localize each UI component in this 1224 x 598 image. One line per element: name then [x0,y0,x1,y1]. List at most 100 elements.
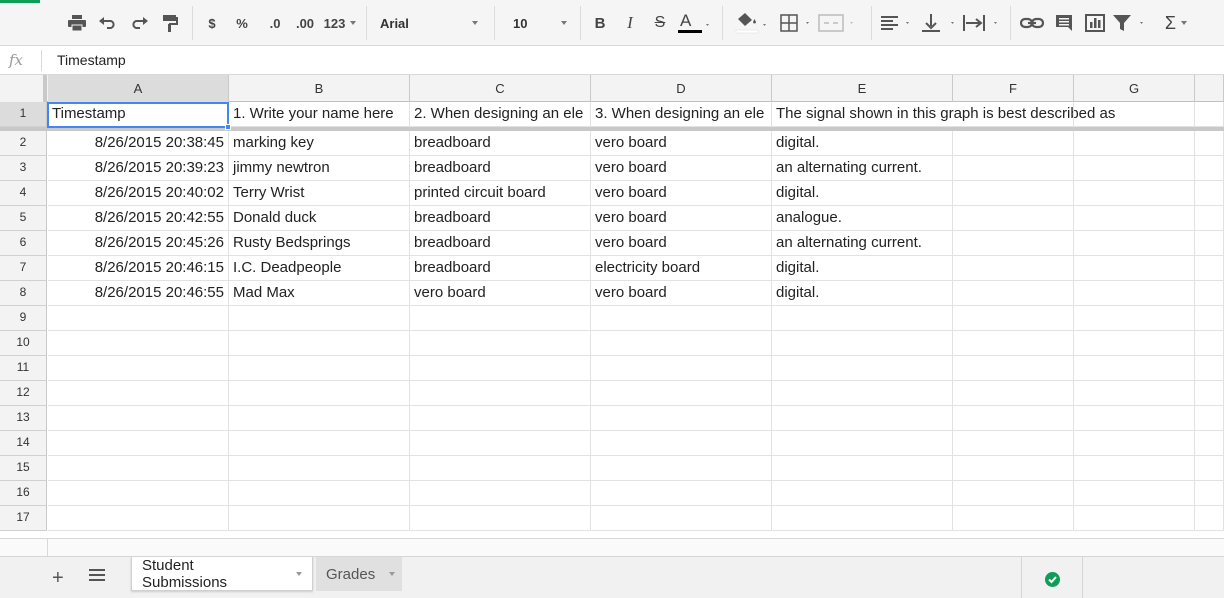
cell-a3[interactable]: 8/26/2015 20:39:23 [48,156,229,181]
borders-icon[interactable] [780,10,814,36]
percent-button[interactable]: % [233,10,251,36]
row-header[interactable]: 12 [0,381,47,406]
chevron-down-icon[interactable] [296,571,302,576]
cell-c16[interactable] [410,481,591,506]
cell-c10[interactable] [410,331,591,356]
cell-d17[interactable] [591,506,772,531]
cell-f8[interactable] [953,281,1074,306]
functions-icon[interactable]: Σ [1158,10,1194,36]
cell-f9[interactable] [953,306,1074,331]
more-formats-button[interactable]: 123 [322,10,358,36]
row-header[interactable]: 16 [0,481,47,506]
row-header[interactable]: 10 [0,331,47,356]
cell-b17[interactable] [229,506,410,531]
cell-c6[interactable]: breadboard [410,231,591,256]
cell-b16[interactable] [229,481,410,506]
cell-g4[interactable] [1074,181,1195,206]
insert-chart-icon[interactable] [1083,10,1107,36]
text-color-icon[interactable]: A [677,10,711,36]
cell-e13[interactable] [772,406,953,431]
cell-b4[interactable]: Terry Wrist [229,181,410,206]
row-header[interactable]: 14 [0,431,47,456]
cell-f17[interactable] [953,506,1074,531]
cell-e6[interactable]: an alternating current. [772,231,953,256]
column-header-d[interactable]: D [591,75,772,102]
row-header[interactable]: 6 [0,231,47,256]
redo-icon[interactable] [128,10,150,36]
cell-a10[interactable] [48,331,229,356]
cell-g10[interactable] [1074,331,1195,356]
cell-g2[interactable] [1074,131,1195,156]
chevron-down-icon[interactable] [389,572,396,576]
cell-d5[interactable]: vero board [591,206,772,231]
decrease-decimal-button[interactable]: .0 [262,10,288,36]
insert-comment-icon[interactable] [1053,10,1075,36]
italic-icon[interactable]: I [621,10,639,36]
font-family-select[interactable]: Arial [380,10,478,36]
cell-e11[interactable] [772,356,953,381]
cell-f13[interactable] [953,406,1074,431]
cell-a15[interactable] [48,456,229,481]
cell-g14[interactable] [1074,431,1195,456]
cell-b14[interactable] [229,431,410,456]
cell-c4[interactable]: printed circuit board [410,181,591,206]
cell-e8[interactable]: digital. [772,281,953,306]
cell-a13[interactable] [48,406,229,431]
strikethrough-icon[interactable]: S [651,10,669,36]
cell-f12[interactable] [953,381,1074,406]
cell-a9[interactable] [48,306,229,331]
row-header[interactable]: 13 [0,406,47,431]
cell-d10[interactable] [591,331,772,356]
cell-f10[interactable] [953,331,1074,356]
cell-f11[interactable] [953,356,1074,381]
cell-a1[interactable]: Timestamp [48,102,229,127]
cell-b10[interactable] [229,331,410,356]
cell-a2[interactable]: 8/26/2015 20:38:45 [48,131,229,156]
cell-g6[interactable] [1074,231,1195,256]
cell-a12[interactable] [48,381,229,406]
sheet-tab-grades[interactable]: Grades [316,557,402,591]
cell-e16[interactable] [772,481,953,506]
cell-g12[interactable] [1074,381,1195,406]
currency-button[interactable]: $ [203,10,221,36]
bold-icon[interactable]: B [591,10,609,36]
cell-f2[interactable] [953,131,1074,156]
cell-c8[interactable]: vero board [410,281,591,306]
frozen-row-divider[interactable] [0,127,1224,131]
cell-b13[interactable] [229,406,410,431]
cell-g15[interactable] [1074,456,1195,481]
cell-b15[interactable] [229,456,410,481]
cell-d11[interactable] [591,356,772,381]
cell-d7[interactable]: electricity board [591,256,772,281]
cell-e2[interactable]: digital. [772,131,953,156]
filter-icon[interactable] [1112,10,1148,36]
cell-c9[interactable] [410,306,591,331]
cell-g16[interactable] [1074,481,1195,506]
cell-f6[interactable] [953,231,1074,256]
print-icon[interactable] [66,10,88,36]
column-header-b[interactable]: B [229,75,410,102]
cell-b3[interactable]: jimmy newtron [229,156,410,181]
cell-b8[interactable]: Mad Max [229,281,410,306]
cell-c3[interactable]: breadboard [410,156,591,181]
row-header[interactable]: 4 [0,181,47,206]
cell-b6[interactable]: Rusty Bedsprings [229,231,410,256]
cell-d13[interactable] [591,406,772,431]
cell-e17[interactable] [772,506,953,531]
add-sheet-icon[interactable]: + [52,568,64,588]
vertical-align-icon[interactable] [921,10,959,36]
column-header-a[interactable]: A [48,75,229,102]
cell-e4[interactable]: digital. [772,181,953,206]
select-all-corner[interactable] [0,75,47,102]
cell-f5[interactable] [953,206,1074,231]
cell-b7[interactable]: I.C. Deadpeople [229,256,410,281]
cell-c12[interactable] [410,381,591,406]
cell-g13[interactable] [1074,406,1195,431]
cell-g7[interactable] [1074,256,1195,281]
cell-d2[interactable]: vero board [591,131,772,156]
cell-d4[interactable]: vero board [591,181,772,206]
cell-e9[interactable] [772,306,953,331]
cell-g1[interactable] [1074,102,1195,127]
cell-d8[interactable]: vero board [591,281,772,306]
cell-e12[interactable] [772,381,953,406]
